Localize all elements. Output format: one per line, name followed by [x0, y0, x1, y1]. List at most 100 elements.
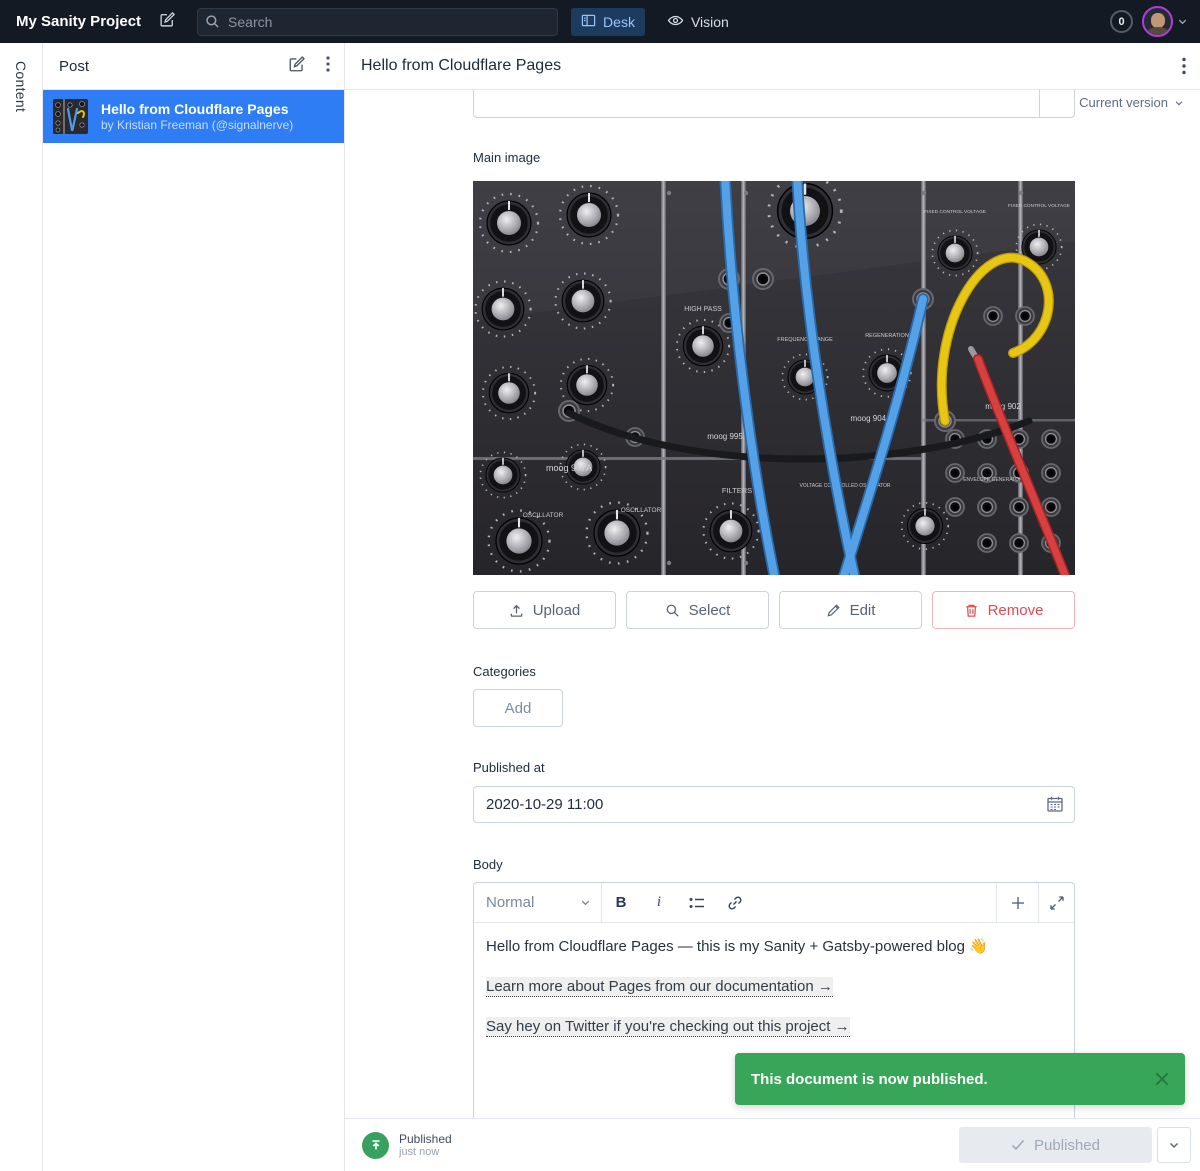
svg-text:ENVELOPE GENERATOR: ENVELOPE GENERATOR [963, 477, 1023, 483]
chevron-down-icon [580, 897, 591, 908]
publish-button-label: Published [1034, 1137, 1100, 1154]
svg-text:OSCILLATOR: OSCILLATOR [621, 507, 662, 514]
version-selector[interactable]: Current version [1079, 95, 1184, 110]
list-item[interactable]: Hello from Cloudflare Pages by Kristian … [43, 90, 344, 143]
list-item-subtitle: by Kristian Freeman (@signalnerve) [101, 118, 293, 133]
link-icon [727, 895, 743, 911]
body-link[interactable]: Say hey on Twitter if you're checking ou… [486, 1017, 850, 1037]
bullet-list-button[interactable] [678, 883, 716, 922]
publish-status-title: Published [399, 1132, 452, 1146]
svg-text:FIXED CONTROL VOLTAGE: FIXED CONTROL VOLTAGE [924, 209, 986, 215]
top-navbar: My Sanity Project Desk Vision 0 [0, 0, 1200, 43]
insert-block-button[interactable] [996, 883, 1038, 922]
list-pane-header: Post [43, 43, 344, 90]
compose-icon [159, 11, 176, 33]
presence-badge[interactable]: 0 [1110, 10, 1133, 33]
editor-toolbar: Normal B i [474, 883, 1074, 923]
svg-text:FILTERS: FILTERS [722, 486, 752, 495]
main-image-photo: HIGH PASS FREQUENCY RANGE REGENERATION F… [473, 181, 1075, 575]
publish-button[interactable]: Published [959, 1127, 1152, 1163]
svg-text:HIGH PASS: HIGH PASS [684, 306, 722, 313]
remove-label: Remove [988, 602, 1044, 619]
new-document-icon[interactable] [288, 55, 306, 78]
pencil-icon [826, 603, 841, 618]
desk-icon [581, 13, 596, 31]
document-header: Hello from Cloudflare Pages [345, 43, 1200, 90]
svg-text:FREQUENCY RANGE: FREQUENCY RANGE [777, 337, 833, 343]
publish-status-time: just now [399, 1146, 452, 1159]
close-icon[interactable] [1153, 1070, 1171, 1088]
upload-button[interactable]: Upload [473, 591, 616, 629]
compose-button[interactable] [159, 11, 176, 33]
body-paragraph: Hello from Cloudflare Pages — this is my… [486, 937, 1062, 957]
list-item-title: Hello from Cloudflare Pages [101, 100, 293, 118]
categories-label: Categories [473, 664, 1075, 679]
search-input[interactable] [197, 8, 558, 36]
publish-status-icon [362, 1132, 389, 1159]
main-image-label: Main image [473, 150, 1075, 165]
scrolled-field-partial[interactable] [473, 90, 1075, 118]
search-icon [205, 14, 220, 34]
document-list-pane: Post Hello from Cloudflare Pages by Kris… [43, 43, 345, 1171]
bold-button[interactable]: B [602, 883, 640, 922]
upload-label: Upload [533, 602, 581, 619]
select-button[interactable]: Select [626, 591, 769, 629]
calendar-icon[interactable] [1046, 795, 1064, 813]
expand-icon [1050, 896, 1064, 910]
presence-count: 0 [1118, 16, 1124, 28]
kebab-menu-icon[interactable] [326, 56, 330, 77]
document-title: Hello from Cloudflare Pages [361, 57, 561, 75]
svg-text:FIXED CONTROL VOLTAGE: FIXED CONTROL VOLTAGE [1008, 203, 1070, 209]
document-editor-pane: Hello from Cloudflare Pages Current vers… [345, 43, 1200, 1171]
remove-button[interactable]: Remove [932, 591, 1075, 629]
main-image-preview[interactable]: HIGH PASS FREQUENCY RANGE REGENERATION F… [473, 181, 1075, 575]
eye-icon [667, 13, 684, 31]
italic-button[interactable]: i [640, 883, 678, 922]
tab-content[interactable]: Content [13, 61, 29, 112]
publish-menu-button[interactable] [1157, 1127, 1191, 1163]
edit-label: Edit [850, 602, 876, 619]
published-at-label: Published at [473, 760, 1075, 775]
avatar[interactable] [1142, 6, 1173, 37]
toast-message: This document is now published. [751, 1071, 988, 1088]
search-icon [665, 603, 680, 618]
svg-text:REGENERATION: REGENERATION [865, 333, 909, 339]
text-style-value: Normal [486, 894, 534, 911]
text-style-select[interactable]: Normal [474, 883, 602, 922]
chevron-down-icon [1174, 98, 1184, 108]
select-label: Select [689, 602, 731, 619]
document-form: Main image [345, 90, 1200, 1118]
vision-label: Vision [691, 14, 729, 30]
slug-generate-button[interactable] [1039, 90, 1074, 117]
document-footer: Published just now Published [345, 1118, 1200, 1171]
image-actions: Upload Select Edit Remove [473, 591, 1075, 629]
version-label: Current version [1079, 95, 1168, 110]
edit-button[interactable]: Edit [779, 591, 922, 629]
list-item-thumbnail [53, 99, 88, 134]
check-icon [1011, 1139, 1025, 1151]
body-link[interactable]: Learn more about Pages from our document… [486, 977, 833, 997]
editor-content[interactable]: Hello from Cloudflare Pages — this is my… [474, 923, 1074, 1051]
chevron-down-icon[interactable] [1177, 16, 1188, 27]
toast-notification: This document is now published. [735, 1053, 1185, 1105]
tab-vision[interactable]: Vision [657, 8, 739, 36]
link-button[interactable] [716, 883, 754, 922]
fullscreen-button[interactable] [1038, 883, 1074, 922]
add-category-button[interactable]: Add [473, 689, 563, 727]
pane-title: Post [59, 58, 89, 75]
plus-icon [1010, 895, 1026, 911]
tab-desk[interactable]: Desk [571, 8, 645, 36]
document-kebab-menu-icon[interactable] [1182, 57, 1186, 75]
svg-text:moog 907A: moog 907A [546, 463, 592, 473]
chevron-down-icon [1168, 1139, 1180, 1151]
svg-text:moog 995: moog 995 [707, 432, 743, 441]
tool-sidebar: Content [0, 43, 43, 1171]
trash-icon [964, 603, 979, 618]
bullet-list-icon [689, 896, 705, 910]
desk-label: Desk [603, 14, 635, 30]
project-title: My Sanity Project [16, 13, 141, 30]
svg-text:OSCILLATOR: OSCILLATOR [523, 512, 564, 519]
published-at-input[interactable] [473, 786, 1075, 823]
body-label: Body [473, 857, 1075, 872]
upload-icon [509, 603, 524, 618]
